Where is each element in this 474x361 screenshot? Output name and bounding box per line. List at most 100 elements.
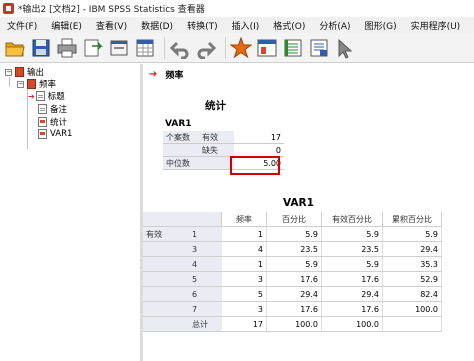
row-sublabel: 有效 <box>199 131 234 144</box>
column-header: 百分比 <box>266 212 322 227</box>
table-row: 4 1 5.9 5.9 35.3 <box>143 256 442 272</box>
outline-label: 输出 <box>27 68 45 78</box>
print-icon[interactable] <box>56 37 78 59</box>
table-icon <box>38 129 47 139</box>
frequency-cell: 4 <box>221 241 267 257</box>
percent-cell: 100.0 <box>266 316 322 332</box>
table-header-row: 频率 百分比 有效百分比 累积百分比 <box>143 212 442 227</box>
percent-cell: 17.6 <box>266 271 322 287</box>
outline-label: 备注 <box>50 105 68 115</box>
undo-icon[interactable] <box>169 37 191 59</box>
variables-icon[interactable] <box>256 37 278 59</box>
row-label: 1 <box>189 226 222 242</box>
menu-data[interactable]: 数据(D) <box>134 19 180 32</box>
percent-cell: 5.9 <box>266 256 322 272</box>
book-icon <box>27 79 36 89</box>
cumulative-percent-cell: 82.4 <box>382 286 442 302</box>
valid-percent-cell: 23.5 <box>321 241 383 257</box>
frequency-cell: 17 <box>221 316 267 332</box>
export-icon[interactable] <box>82 37 104 59</box>
row-sublabel <box>199 156 234 170</box>
outline-label: 频率 <box>39 80 57 90</box>
section-header: ➔ 频率 <box>149 68 183 81</box>
frequency-cell: 3 <box>221 301 267 317</box>
table-row: 个案数 有效 17 <box>163 131 284 144</box>
title-bar: *输出2 [文档2] - IBM SPSS Statistics 查看器 <box>0 0 474 18</box>
frequency-cell: 5 <box>221 286 267 302</box>
outline-node-var1[interactable]: VAR1 <box>38 129 72 139</box>
outline-label: 统计 <box>50 118 68 128</box>
cumulative-percent-cell: 29.4 <box>382 241 442 257</box>
menu-edit[interactable]: 编辑(E) <box>44 19 89 32</box>
valid-percent-cell: 5.9 <box>321 256 383 272</box>
notes-icon <box>38 104 47 114</box>
row-label: 6 <box>189 286 222 302</box>
median-highlight-box <box>230 156 280 175</box>
dialog-recall-icon[interactable] <box>108 37 130 59</box>
redo-icon[interactable] <box>195 37 217 59</box>
statistics-variable-name: VAR1 <box>165 119 192 129</box>
outline-node-title[interactable]: ➔ 标题 <box>28 90 65 102</box>
current-item-arrow-icon: ➔ <box>28 91 35 101</box>
row-label: 中位数 <box>163 156 199 170</box>
outline-label: 标题 <box>47 92 65 102</box>
frequency-cell: 3 <box>221 271 267 287</box>
outline-node-frequencies[interactable]: − 频率 <box>17 78 56 90</box>
toolbar <box>0 33 474 63</box>
valid-percent-cell: 29.4 <box>321 286 383 302</box>
toolbar-separator <box>164 36 165 59</box>
row-label: 7 <box>189 301 222 317</box>
table-icon <box>38 117 47 127</box>
outline-pane: − 输出 − 频率 ➔ 标题 备注 统计 VAR1 <box>0 64 140 361</box>
valid-percent-cell: 5.9 <box>321 226 383 242</box>
save-icon[interactable] <box>30 37 52 59</box>
designate-window-icon[interactable] <box>282 37 304 59</box>
menu-transform[interactable]: 转换(T) <box>180 19 225 32</box>
valid-percent-cell: 17.6 <box>321 301 383 317</box>
percent-cell: 17.6 <box>266 301 322 317</box>
book-icon <box>15 67 24 77</box>
menu-file[interactable]: 文件(F) <box>0 19 44 32</box>
title-icon <box>35 91 45 101</box>
tree-line <box>9 77 10 87</box>
outline-node-statistics[interactable]: 统计 <box>38 116 67 128</box>
valid-percent-cell: 17.6 <box>321 271 383 287</box>
frequency-cell: 1 <box>221 226 267 242</box>
collapse-toggle[interactable]: − <box>5 68 12 76</box>
menu-graphs[interactable]: 图形(G) <box>358 19 404 32</box>
corner-cell <box>189 212 222 227</box>
frequency-table-title: VAR1 <box>283 197 314 209</box>
insert-text-icon[interactable] <box>308 37 330 59</box>
frequency-cell: 1 <box>221 256 267 272</box>
cumulative-percent-cell <box>382 316 442 332</box>
spss-viewer-window: *输出2 [文档2] - IBM SPSS Statistics 查看器 文件(… <box>0 0 474 361</box>
collapse-toggle[interactable]: − <box>17 80 24 88</box>
open-icon[interactable] <box>4 37 26 59</box>
frequency-table[interactable]: 频率 百分比 有效百分比 累积百分比 有效 1 1 5.9 5.9 5.9 3 … <box>143 212 442 332</box>
menu-analyze[interactable]: 分析(A) <box>312 19 357 32</box>
table-row: 缺失 0 <box>163 143 284 157</box>
outline-label: VAR1 <box>50 129 73 139</box>
stat-value: 17 <box>234 131 284 144</box>
select-icon[interactable] <box>334 37 356 59</box>
column-header: 累积百分比 <box>382 212 442 227</box>
row-label: 4 <box>189 256 222 272</box>
goto-data-icon[interactable] <box>134 37 156 59</box>
menu-view[interactable]: 查看(V) <box>89 19 134 32</box>
menu-utilities[interactable]: 实用程序(U) <box>404 19 468 32</box>
menu-bar: 文件(F) 编辑(E) 查看(V) 数据(D) 转换(T) 插入(I) 格式(O… <box>0 17 474 34</box>
table-row: 有效 1 1 5.9 5.9 5.9 <box>143 226 442 242</box>
cumulative-percent-cell: 5.9 <box>382 226 442 242</box>
row-label: 总计 <box>189 316 222 332</box>
menu-insert[interactable]: 插入(I) <box>225 19 267 32</box>
outline-node-output[interactable]: − 输出 <box>5 66 44 78</box>
menu-format[interactable]: 格式(O) <box>266 19 312 32</box>
table-row: 6 5 29.4 29.4 82.4 <box>143 286 442 302</box>
goto-output-icon[interactable] <box>230 36 252 59</box>
outline-node-notes[interactable]: 备注 <box>38 103 67 115</box>
table-row: 5 3 17.6 17.6 52.9 <box>143 271 442 287</box>
percent-cell: 5.9 <box>266 226 322 242</box>
table-row: 3 4 23.5 23.5 29.4 <box>143 241 442 257</box>
row-label: 3 <box>189 241 222 257</box>
window-title: *输出2 [文档2] - IBM SPSS Statistics 查看器 <box>18 5 205 15</box>
